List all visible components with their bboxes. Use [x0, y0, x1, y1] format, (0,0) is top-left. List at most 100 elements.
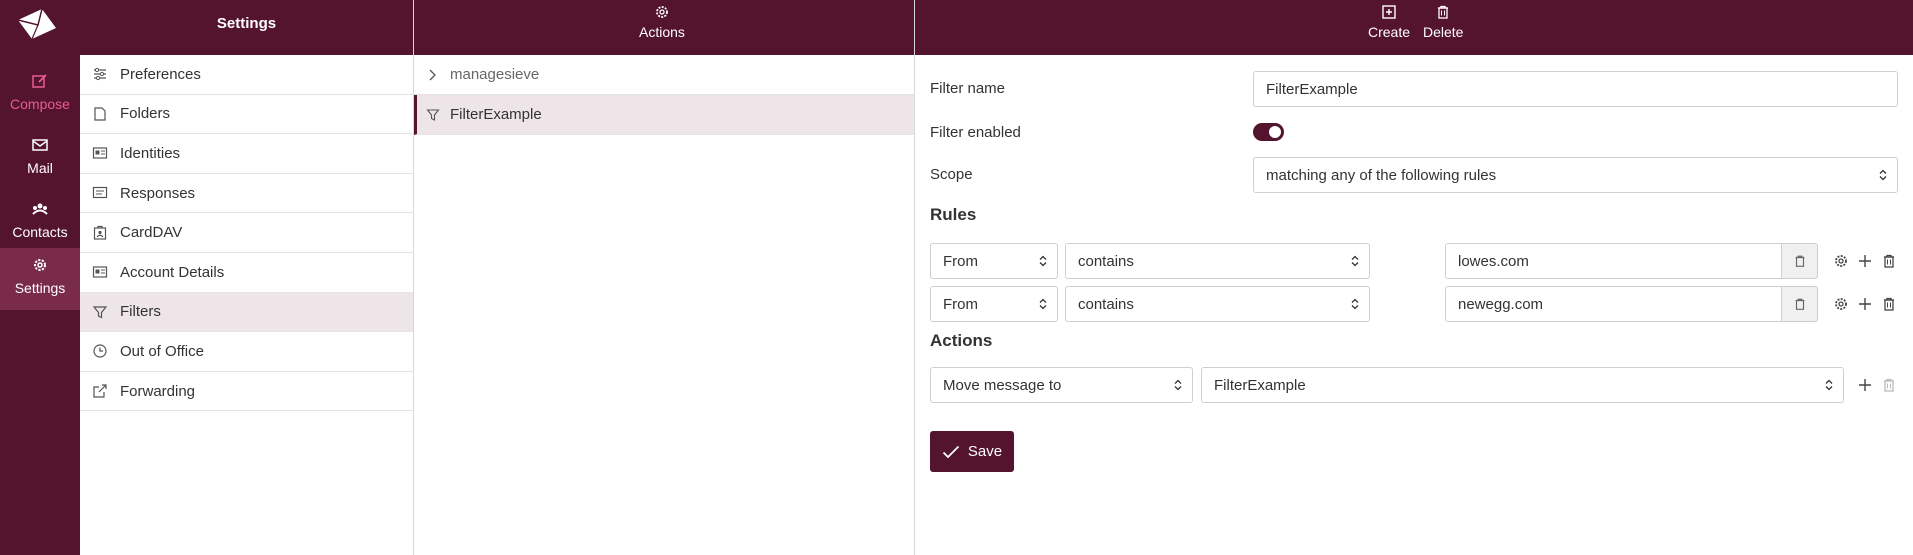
settings-item-label: Identities: [120, 144, 181, 162]
rule-field-value: From: [943, 295, 978, 313]
contacts-icon: [32, 203, 48, 215]
create-button[interactable]: Create: [1368, 4, 1410, 40]
actions-label: Actions: [639, 24, 685, 40]
filter-detail-header: Create Delete: [915, 0, 1913, 55]
settings-item-label: Responses: [120, 184, 196, 202]
rule-value-text: lowes.com: [1458, 252, 1529, 270]
folder-icon: [94, 107, 106, 121]
settings-item-preferences[interactable]: Preferences: [80, 55, 413, 95]
clock-icon: [93, 344, 107, 359]
gear-icon: [34, 259, 46, 271]
rule-operator-value: contains: [1078, 295, 1134, 313]
rule-options-gear-icon[interactable]: [1833, 296, 1849, 312]
action-add-plus-icon[interactable]: [1857, 377, 1873, 393]
settings-item-identities[interactable]: Identities: [80, 134, 413, 174]
toggle-knob: [1269, 126, 1281, 138]
settings-nav: Preferences Folders Identities Responses…: [80, 55, 413, 412]
rule-field-select[interactable]: From: [930, 286, 1058, 322]
filter-list: managesieve FilterExample: [414, 55, 914, 135]
settings-title: Settings: [216, 15, 277, 32]
settings-item-responses[interactable]: Responses: [80, 174, 413, 214]
rail-item-mail[interactable]: Mail: [0, 128, 80, 190]
filter-name-input[interactable]: FilterExample: [1253, 71, 1898, 107]
rule-value-text: newegg.com: [1458, 295, 1544, 313]
settings-item-label: Forwarding: [120, 382, 196, 400]
action-delete-trash-icon: [1884, 378, 1894, 392]
trash-icon: [1795, 255, 1804, 267]
actions-button[interactable]: Actions: [639, 4, 685, 40]
action-type-select[interactable]: Move message to: [930, 367, 1193, 403]
select-caret-icon: [1351, 298, 1359, 310]
rail-item-contacts[interactable]: Contacts: [0, 192, 80, 254]
filter-enabled-toggle[interactable]: [1253, 123, 1284, 141]
chevron-right-icon: [429, 69, 436, 80]
rule-operator-select[interactable]: contains: [1065, 286, 1370, 322]
select-caret-icon: [1174, 379, 1182, 391]
rail-label-compose: Compose: [10, 96, 70, 112]
rail-label-mail: Mail: [27, 160, 53, 176]
settings-item-forwarding[interactable]: Forwarding: [80, 372, 413, 412]
rule-value-input[interactable]: lowes.com: [1445, 243, 1782, 279]
rule-value-input[interactable]: newegg.com: [1445, 286, 1782, 322]
scope-label: Scope: [930, 166, 973, 183]
settings-item-label: Account Details: [120, 263, 225, 281]
select-caret-icon: [1825, 379, 1833, 391]
filter-enabled-label: Filter enabled: [930, 124, 1021, 141]
rule-clear-button[interactable]: [1782, 243, 1818, 279]
gear-icon: [656, 6, 668, 18]
action-target-value: FilterExample: [1214, 376, 1306, 394]
create-label: Create: [1368, 24, 1411, 40]
settings-item-account-details[interactable]: Account Details: [80, 253, 413, 293]
envelope-logo-icon: [17, 8, 56, 40]
select-caret-icon: [1879, 169, 1887, 181]
rule-options-gear-icon[interactable]: [1833, 253, 1849, 269]
account-card-icon: [92, 266, 108, 278]
app-rail: Compose Mail Contacts Settings: [0, 0, 80, 555]
delete-button[interactable]: Delete: [1423, 4, 1463, 40]
rules-heading: Rules: [930, 205, 977, 224]
filter-group-managesieve[interactable]: managesieve: [414, 55, 914, 95]
rail-item-settings[interactable]: Settings: [0, 248, 80, 310]
rule-operator-value: contains: [1078, 252, 1134, 270]
rule-field-select[interactable]: From: [930, 243, 1058, 279]
trash-icon: [1438, 5, 1449, 19]
rail-item-compose[interactable]: Compose: [0, 64, 80, 126]
rule-add-plus-icon[interactable]: [1857, 253, 1873, 269]
rule-operator-select[interactable]: contains: [1065, 243, 1370, 279]
checkmark-icon: [942, 445, 960, 458]
filter-detail: Filter name FilterExample Filter enabled…: [915, 55, 1913, 555]
rail-label-settings: Settings: [14, 280, 66, 296]
settings-item-folders[interactable]: Folders: [80, 95, 413, 135]
contact-book-icon: [93, 225, 107, 240]
filter-icon: [92, 306, 108, 319]
compose-icon: [32, 74, 47, 88]
rule-delete-trash-icon[interactable]: [1881, 296, 1897, 312]
action-target-select[interactable]: FilterExample: [1201, 367, 1844, 403]
settings-item-label: Preferences: [120, 65, 201, 83]
rule-field-value: From: [943, 252, 978, 270]
scope-select[interactable]: matching any of the following rules: [1253, 157, 1898, 193]
trash-icon: [1795, 298, 1804, 310]
settings-item-label: Filters: [120, 303, 161, 321]
sliders-icon: [94, 68, 106, 81]
responses-icon: [92, 186, 108, 199]
id-card-icon: [92, 147, 108, 160]
settings-panel-header: Settings: [80, 0, 413, 55]
select-caret-icon: [1351, 255, 1359, 267]
settings-item-filters[interactable]: Filters: [80, 292, 413, 333]
rule-delete-trash-icon[interactable]: [1881, 253, 1897, 269]
save-button[interactable]: Save: [930, 431, 1014, 472]
actions-heading: Actions: [930, 331, 993, 350]
select-caret-icon: [1039, 255, 1047, 267]
settings-item-out-of-office[interactable]: Out of Office: [80, 332, 413, 372]
settings-item-label: Folders: [120, 105, 171, 123]
settings-item-carddav[interactable]: CardDAV: [80, 213, 413, 253]
filter-list-header: Actions: [414, 0, 914, 55]
rule-clear-button[interactable]: [1782, 286, 1818, 322]
select-caret-icon: [1039, 298, 1047, 310]
filter-group-label: managesieve: [450, 66, 540, 83]
forward-icon: [93, 384, 107, 398]
filter-item-label: FilterExample: [450, 106, 542, 123]
rule-add-plus-icon[interactable]: [1857, 296, 1873, 312]
filter-item[interactable]: FilterExample: [414, 95, 914, 135]
